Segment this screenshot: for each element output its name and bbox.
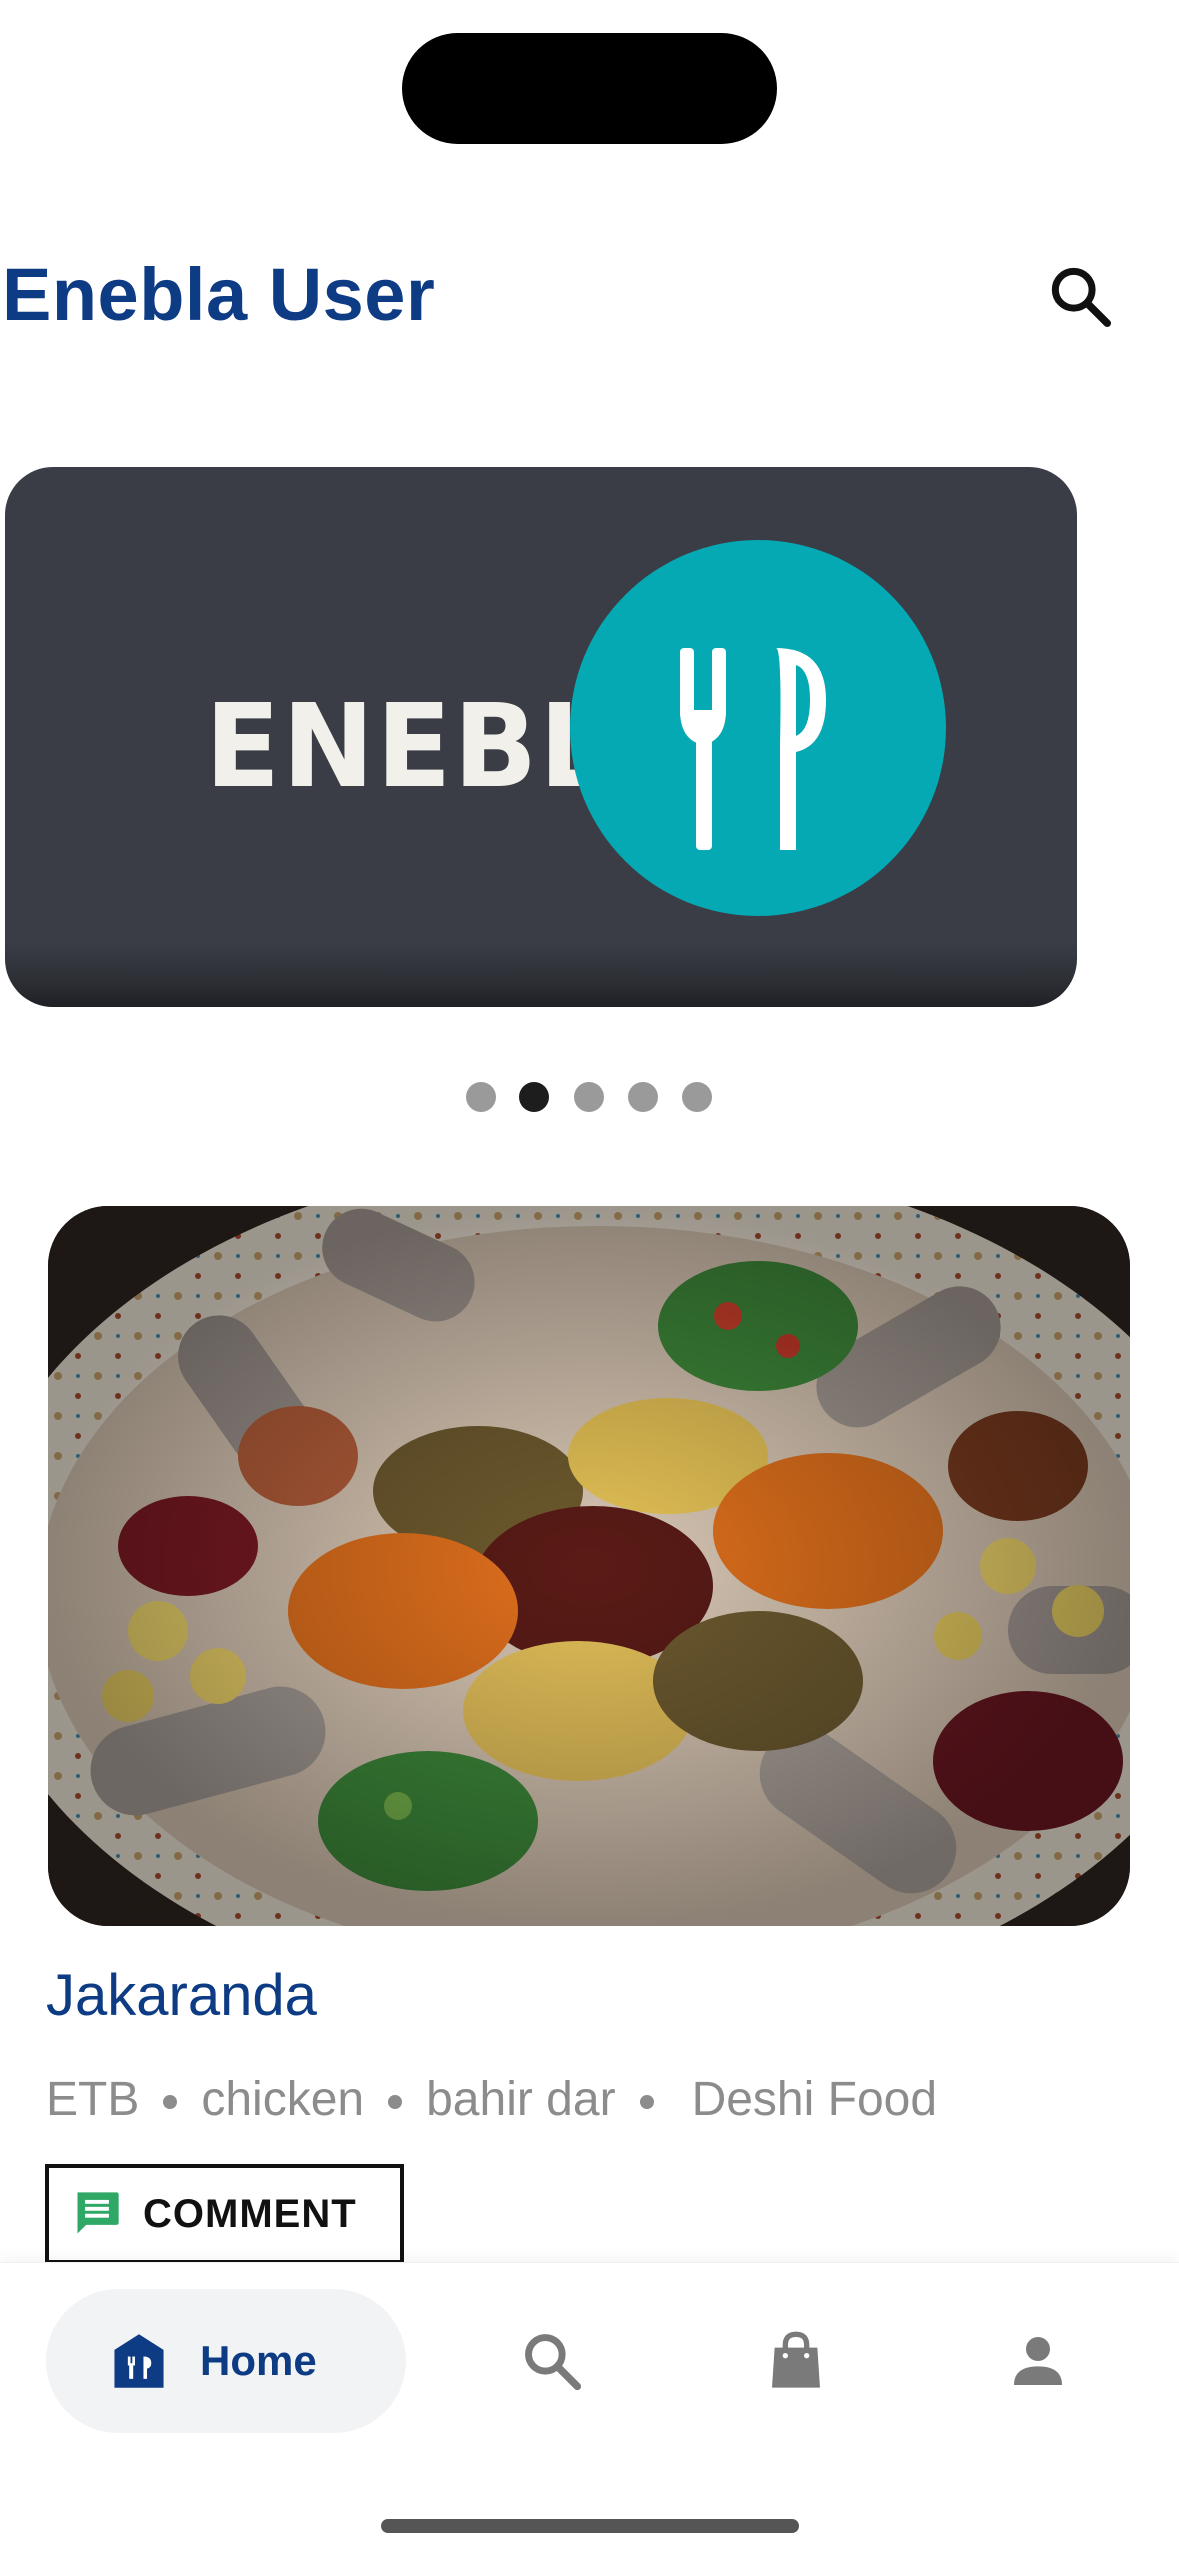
bottom-navigation: Home bbox=[0, 2262, 1179, 2556]
dynamic-island bbox=[402, 33, 777, 144]
banner-logo-circle bbox=[570, 540, 946, 916]
meta-category: chicken bbox=[201, 2073, 365, 2126]
nav-home-tab[interactable]: Home bbox=[46, 2289, 406, 2433]
home-icon bbox=[114, 2334, 164, 2388]
restaurant-image[interactable] bbox=[48, 1206, 1130, 1926]
restaurant-name[interactable]: Jakaranda bbox=[46, 1962, 317, 2029]
meta-location: bahir dar bbox=[426, 2073, 616, 2126]
ethiopian-platter-image bbox=[48, 1206, 1130, 1926]
restaurant-meta: ETB chicken bahir dar Deshi Food bbox=[46, 2072, 937, 2127]
carousel-indicator[interactable] bbox=[0, 1082, 1179, 1114]
fork-spoon-logo-icon bbox=[680, 648, 826, 850]
meta-separator bbox=[639, 2095, 654, 2110]
comment-icon bbox=[77, 2192, 119, 2234]
meta-cuisine: Deshi Food bbox=[691, 2073, 938, 2126]
carousel-dot[interactable] bbox=[682, 1082, 712, 1112]
nav-profile-icon[interactable] bbox=[1006, 2329, 1070, 2393]
comment-button-label: COMMENT bbox=[143, 2191, 357, 2236]
meta-separator bbox=[388, 2095, 403, 2110]
search-icon[interactable] bbox=[1046, 262, 1116, 332]
carousel-dot[interactable] bbox=[574, 1082, 604, 1112]
meta-currency: ETB bbox=[46, 2073, 140, 2126]
app-title: Enebla User bbox=[2, 253, 436, 336]
meta-separator bbox=[163, 2095, 178, 2110]
carousel-dot-active[interactable] bbox=[519, 1082, 549, 1112]
carousel-dot[interactable] bbox=[466, 1082, 496, 1112]
nav-home-label: Home bbox=[200, 2337, 317, 2384]
nav-shopping-bag-icon[interactable] bbox=[764, 2329, 828, 2393]
home-indicator bbox=[381, 2519, 799, 2533]
comment-button[interactable]: COMMENT bbox=[45, 2164, 404, 2264]
promo-banner[interactable]: ENEBLA bbox=[5, 467, 1077, 1007]
carousel-dot[interactable] bbox=[628, 1082, 658, 1112]
nav-search-icon[interactable] bbox=[520, 2329, 584, 2393]
